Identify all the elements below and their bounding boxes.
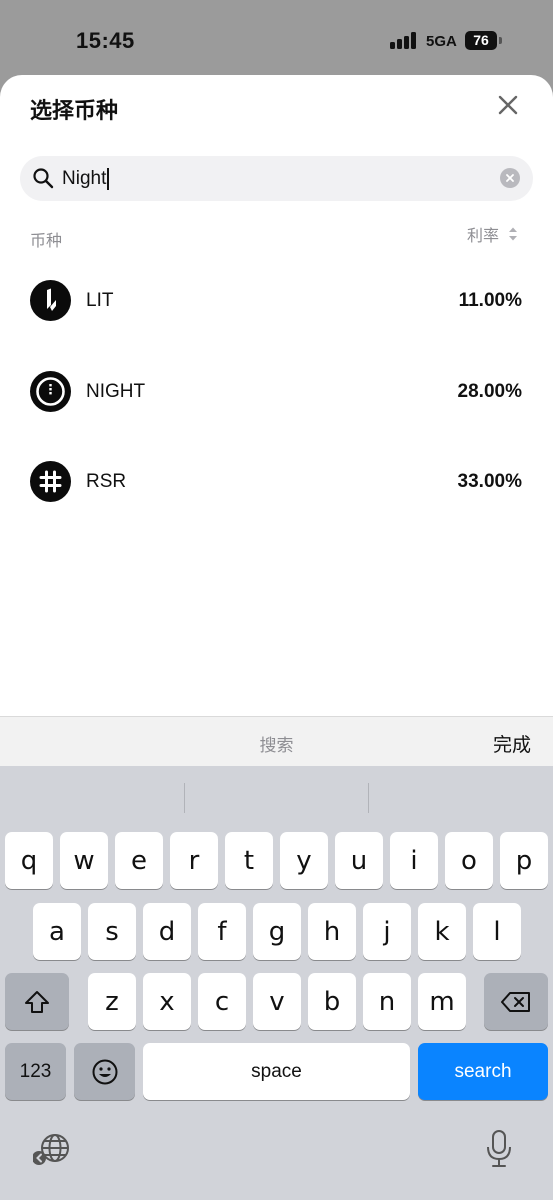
rsr-logo-icon [30, 461, 71, 502]
numbers-key[interactable]: 123 [5, 1043, 66, 1100]
key-q[interactable]: q [5, 832, 53, 889]
key-u[interactable]: u [335, 832, 383, 889]
key-b[interactable]: b [308, 973, 356, 1030]
column-header-rate[interactable]: 利率 [467, 222, 518, 246]
text-caret [107, 167, 110, 190]
search-box[interactable]: Night [20, 156, 533, 201]
coin-name: NIGHT [86, 380, 146, 402]
key-e[interactable]: e [115, 832, 163, 889]
coin-rate: 33.00% [457, 470, 522, 492]
key-i[interactable]: i [390, 832, 438, 889]
emoji-icon [92, 1059, 117, 1084]
night-logo-icon [30, 371, 71, 412]
key-j[interactable]: j [363, 903, 411, 960]
keyboard-accessory-bar: 搜索 完成 [0, 716, 553, 766]
close-button[interactable] [492, 89, 524, 121]
column-header-rate-label: 利率 [467, 228, 500, 245]
coin-row-rsr[interactable]: RSR 33.00% [0, 456, 553, 516]
key-w[interactable]: w [60, 832, 108, 889]
sort-icon [509, 227, 518, 241]
coin-rate: 28.00% [457, 380, 522, 402]
key-g[interactable]: g [253, 903, 301, 960]
key-t[interactable]: t [225, 832, 273, 889]
key-x[interactable]: x [143, 973, 191, 1030]
key-a[interactable]: a [33, 903, 81, 960]
key-p[interactable]: p [500, 832, 548, 889]
key-k[interactable]: k [418, 903, 466, 960]
key-r[interactable]: r [170, 832, 218, 889]
key-h[interactable]: h [308, 903, 356, 960]
key-s[interactable]: s [88, 903, 136, 960]
emoji-key[interactable] [74, 1043, 135, 1100]
key-m[interactable]: m [418, 973, 466, 1030]
status-time: 15:45 [76, 28, 135, 53]
key-d[interactable]: d [143, 903, 191, 960]
coin-row-lit[interactable]: LIT 11.00% [0, 275, 553, 335]
coin-rate: 11.00% [458, 289, 522, 311]
space-key[interactable]: space [143, 1043, 410, 1100]
key-o[interactable]: o [445, 832, 493, 889]
coin-name: RSR [86, 470, 127, 492]
search-input[interactable]: Night [62, 156, 110, 201]
key-f[interactable]: f [198, 903, 246, 960]
keyboard: q w e r t y u i o p a s d f g h j k l z … [0, 766, 553, 1200]
lit-logo-icon [30, 280, 71, 321]
shift-icon [25, 990, 49, 1013]
key-n[interactable]: n [363, 973, 411, 1030]
key-z[interactable]: z [88, 973, 136, 1030]
globe-icon[interactable] [32, 1130, 73, 1170]
backspace-icon [501, 991, 530, 1012]
shift-key[interactable] [5, 973, 69, 1030]
suggestion-divider [184, 783, 185, 813]
signal-icon [390, 32, 418, 49]
done-button[interactable]: 完成 [493, 730, 531, 757]
delete-key[interactable] [484, 973, 548, 1030]
accessory-search-label: 搜索 [259, 736, 294, 755]
column-header-coin: 币种 [30, 233, 63, 250]
battery-icon: 76 [465, 31, 497, 50]
search-input-value: Night [62, 167, 107, 189]
select-coin-sheet: 选择币种 Night 币种 利率 LIT 11.00% NIGHT 28.00%… [0, 75, 553, 716]
clear-search-button[interactable] [500, 168, 520, 188]
suggestion-divider [368, 783, 369, 813]
coin-name: LIT [86, 289, 114, 311]
status-bar: 15:45 5GA 76 [0, 0, 553, 75]
sheet-title: 选择币种 [30, 98, 119, 123]
key-c[interactable]: c [198, 973, 246, 1030]
key-v[interactable]: v [253, 973, 301, 1030]
search-key[interactable]: search [418, 1043, 548, 1100]
close-icon [498, 95, 518, 115]
key-l[interactable]: l [473, 903, 521, 960]
microphone-icon[interactable] [484, 1128, 514, 1170]
key-y[interactable]: y [280, 832, 328, 889]
search-icon [33, 168, 54, 189]
coin-row-night[interactable]: NIGHT 28.00% [0, 366, 553, 426]
battery-tip [499, 37, 502, 44]
clear-icon [506, 174, 514, 182]
network-label: 5GA [426, 33, 457, 50]
